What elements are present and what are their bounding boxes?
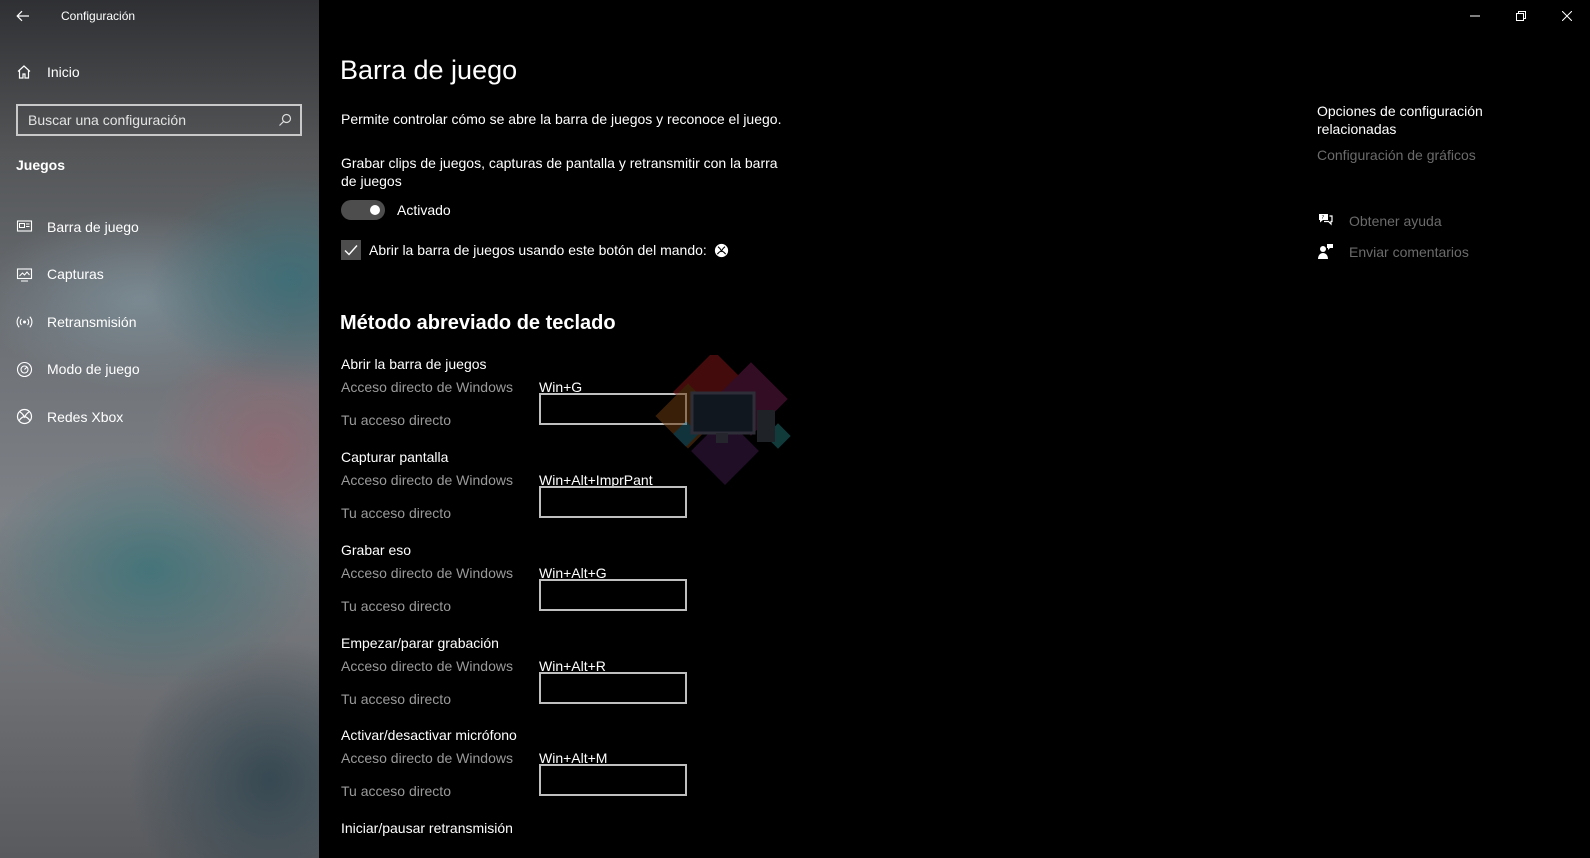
back-arrow-icon	[16, 10, 29, 22]
back-button[interactable]	[0, 0, 46, 32]
shortcut-group-start-stop-recording: Empezar/parar grabación Acceso directo d…	[341, 635, 741, 728]
sidebar-item-redes-xbox[interactable]: Redes Xbox	[0, 393, 319, 441]
checkmark-icon	[344, 245, 358, 256]
page-description: Permite controlar cómo se abre la barra …	[341, 111, 782, 127]
sidebar-item-label: Barra de juego	[47, 218, 139, 235]
titlebar: Configuración	[0, 0, 319, 32]
search-box[interactable]	[16, 104, 302, 136]
sidebar-section-title: Juegos	[16, 157, 66, 173]
watermark-logo	[655, 355, 791, 485]
nav-home-label: Inicio	[47, 64, 80, 80]
record-setting-label: Grabar clips de juegos, capturas de pant…	[341, 155, 778, 189]
record-toggle[interactable]	[341, 200, 385, 220]
sidebar-item-label: Modo de juego	[47, 361, 140, 378]
toggle-knob	[370, 205, 380, 215]
windows-shortcut-label: Acceso directo de Windows	[341, 379, 513, 395]
controller-checkbox-label: Abrir la barra de juegos usando este bot…	[369, 242, 707, 258]
game-bar-icon	[16, 218, 33, 235]
help-chat-icon: ?	[1317, 212, 1334, 229]
windows-shortcut-label: Acceso directo de Windows	[341, 565, 513, 581]
your-shortcut-label: Tu acceso directo	[341, 691, 451, 707]
your-shortcut-input[interactable]	[539, 579, 687, 611]
shortcut-title: Abrir la barra de juegos	[341, 356, 487, 372]
close-icon	[1562, 11, 1572, 21]
settings-window: Configuración Inicio Juegos	[0, 0, 1590, 858]
minimize-icon	[1470, 15, 1480, 17]
send-feedback-label: Enviar comentarios	[1349, 243, 1469, 260]
home-icon	[17, 65, 31, 79]
record-toggle-row: Activado	[341, 200, 451, 220]
maximize-icon	[1516, 11, 1526, 21]
sidebar-item-barra-de-juego[interactable]: Barra de juego	[0, 203, 319, 251]
your-shortcut-label: Tu acceso directo	[341, 783, 451, 799]
related-settings-title: Opciones de configuración relacionadas	[1317, 103, 1483, 137]
related-settings: Opciones de configuración relacionadas C…	[1317, 102, 1537, 163]
maximize-button[interactable]	[1498, 0, 1544, 32]
sidebar-item-label: Retransmisión	[47, 313, 137, 330]
sidebar-item-capturas[interactable]: Capturas	[0, 251, 319, 299]
get-help-label: Obtener ayuda	[1349, 212, 1442, 229]
get-help-link[interactable]: ? Obtener ayuda	[1317, 212, 1442, 229]
windows-shortcut-label: Acceso directo de Windows	[341, 658, 513, 674]
sidebar-item-label: Redes Xbox	[47, 408, 124, 425]
graphics-settings-link[interactable]: Configuración de gráficos	[1317, 147, 1537, 163]
shortcut-title: Grabar eso	[341, 542, 412, 558]
search-icon[interactable]	[278, 113, 292, 127]
windows-shortcut-label: Acceso directo de Windows	[341, 750, 513, 766]
your-shortcut-label: Tu acceso directo	[341, 505, 451, 521]
captures-icon	[16, 266, 33, 283]
close-button[interactable]	[1544, 0, 1590, 32]
sidebar-nav: Barra de juego Capturas Retransmisión Mo…	[0, 203, 319, 441]
minimize-button[interactable]	[1452, 0, 1498, 32]
search-input[interactable]	[28, 112, 278, 128]
your-shortcut-input[interactable]	[539, 486, 687, 518]
shortcut-title: Empezar/parar grabación	[341, 635, 499, 651]
xbox-icon	[16, 408, 33, 425]
sidebar-item-modo-de-juego[interactable]: Modo de juego	[0, 346, 319, 394]
your-shortcut-label: Tu acceso directo	[341, 412, 451, 428]
sidebar-item-label: Capturas	[47, 266, 104, 283]
page-title: Barra de juego	[340, 55, 518, 85]
game-mode-icon	[16, 361, 33, 378]
shortcut-title: Capturar pantalla	[341, 449, 449, 465]
svg-text:?: ?	[1322, 215, 1325, 221]
your-shortcut-label: Tu acceso directo	[341, 598, 451, 614]
sidebar: Configuración Inicio Juegos	[0, 0, 319, 858]
nav-home[interactable]: Inicio	[16, 60, 80, 84]
broadcast-icon	[16, 313, 33, 330]
your-shortcut-input[interactable]	[539, 764, 687, 796]
shortcut-group-record-that: Grabar eso Acceso directo de Windows Win…	[341, 542, 741, 635]
window-controls	[1452, 0, 1590, 32]
windows-shortcut-label: Acceso directo de Windows	[341, 472, 513, 488]
your-shortcut-input[interactable]	[539, 672, 687, 704]
controller-checkbox[interactable]	[341, 240, 361, 260]
app-title: Configuración	[61, 9, 136, 23]
feedback-icon	[1317, 243, 1334, 260]
shortcut-title-broadcast: Iniciar/pausar retransmisión	[341, 820, 513, 836]
shortcut-group-microphone: Activar/desactivar micrófono Acceso dire…	[341, 727, 741, 820]
xbox-button-icon	[714, 243, 729, 258]
shortcut-title: Activar/desactivar micrófono	[341, 727, 517, 743]
keyboard-shortcuts-heading: Método abreviado de teclado	[340, 312, 616, 334]
toggle-state-label: Activado	[397, 202, 451, 218]
send-feedback-link[interactable]: Enviar comentarios	[1317, 243, 1469, 260]
sidebar-item-retransmision[interactable]: Retransmisión	[0, 298, 319, 346]
main-content: Barra de juego Permite controlar cómo se…	[319, 0, 1590, 858]
controller-checkbox-row: Abrir la barra de juegos usando este bot…	[341, 240, 729, 260]
